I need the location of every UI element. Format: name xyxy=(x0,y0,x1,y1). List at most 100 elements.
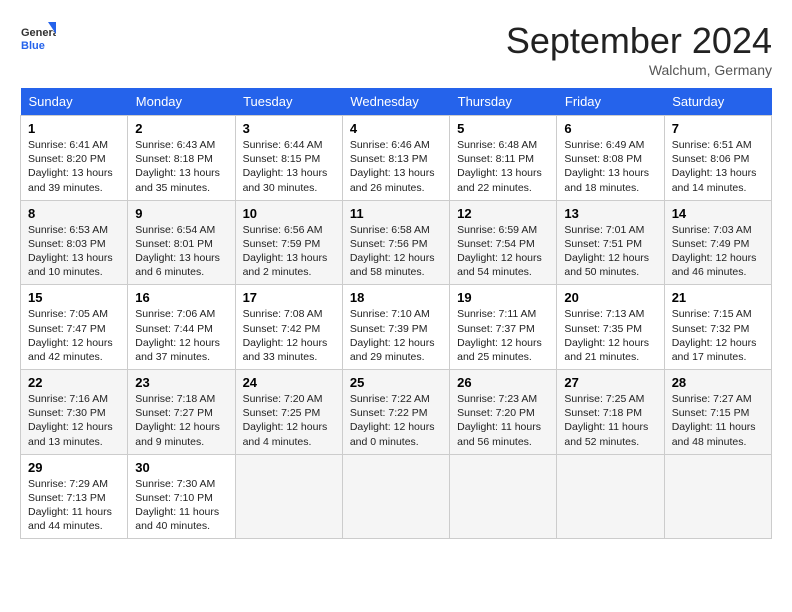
calendar-cell xyxy=(235,454,342,539)
day-info: Sunrise: 6:58 AMSunset: 7:56 PMDaylight:… xyxy=(350,223,442,280)
calendar-cell: 2Sunrise: 6:43 AMSunset: 8:18 PMDaylight… xyxy=(128,116,235,201)
calendar-cell xyxy=(450,454,557,539)
calendar-cell: 28Sunrise: 7:27 AMSunset: 7:15 PMDayligh… xyxy=(664,370,771,455)
day-number: 28 xyxy=(672,375,764,390)
calendar-cell: 6 Sunrise: 6:49 AMSunset: 8:08 PMDaylight… xyxy=(557,116,664,201)
calendar-cell: 1Sunrise: 6:41 AMSunset: 8:20 PMDaylight… xyxy=(21,116,128,201)
col-friday: Friday xyxy=(557,88,664,116)
day-number: 1 xyxy=(28,121,120,136)
calendar-cell: 5 Sunrise: 6:48 AMSunset: 8:11 PMDaylight… xyxy=(450,116,557,201)
day-number: 4 xyxy=(350,121,442,136)
day-number: 24 xyxy=(243,375,335,390)
calendar-cell xyxy=(557,454,664,539)
calendar-cell: 10 Sunrise: 6:56 AMSunset: 7:59 PMDayligh… xyxy=(235,200,342,285)
month-title: September 2024 xyxy=(506,20,772,62)
calendar-cell: 17 Sunrise: 7:08 AMSunset: 7:42 PMDayligh… xyxy=(235,285,342,370)
calendar-cell: 9 Sunrise: 6:54 AMSunset: 8:01 PMDaylight… xyxy=(128,200,235,285)
day-number: 20 xyxy=(564,290,656,305)
day-info: Sunrise: 7:18 AMSunset: 7:27 PMDaylight:… xyxy=(135,392,227,449)
calendar-week-1: 1Sunrise: 6:41 AMSunset: 8:20 PMDaylight… xyxy=(21,116,772,201)
col-sunday: Sunday xyxy=(21,88,128,116)
day-number: 22 xyxy=(28,375,120,390)
day-info: Sunrise: 7:13 AMSunset: 7:35 PMDaylight:… xyxy=(564,307,656,364)
day-number: 7 xyxy=(672,121,764,136)
calendar-cell xyxy=(342,454,449,539)
day-info: Sunrise: 7:05 AMSunset: 7:47 PMDaylight:… xyxy=(28,307,120,364)
calendar-cell: 8Sunrise: 6:53 AMSunset: 8:03 PMDaylight… xyxy=(21,200,128,285)
day-number: 5 xyxy=(457,121,549,136)
calendar-week-5: 29Sunrise: 7:29 AMSunset: 7:13 PMDayligh… xyxy=(21,454,772,539)
day-info: Sunrise: 6:43 AMSunset: 8:18 PMDaylight:… xyxy=(135,138,227,195)
calendar-cell: 15 Sunrise: 7:05 AMSunset: 7:47 PMDayligh… xyxy=(21,285,128,370)
svg-text:Blue: Blue xyxy=(21,40,45,52)
day-number: 25 xyxy=(350,375,442,390)
day-number: 27 xyxy=(564,375,656,390)
day-number: 10 xyxy=(243,206,335,221)
day-info: Sunrise: 6:59 AMSunset: 7:54 PMDaylight:… xyxy=(457,223,549,280)
day-number: 11 xyxy=(350,206,442,221)
day-number: 17 xyxy=(243,290,335,305)
day-number: 9 xyxy=(135,206,227,221)
day-number: 6 xyxy=(564,121,656,136)
day-number: 15 xyxy=(28,290,120,305)
calendar-cell: 18Sunrise: 7:10 AMSunset: 7:39 PMDayligh… xyxy=(342,285,449,370)
svg-text:General: General xyxy=(21,27,56,39)
calendar-cell: 22Sunrise: 7:16 AMSunset: 7:30 PMDayligh… xyxy=(21,370,128,455)
col-thursday: Thursday xyxy=(450,88,557,116)
day-number: 13 xyxy=(564,206,656,221)
col-tuesday: Tuesday xyxy=(235,88,342,116)
day-info: Sunrise: 7:03 AMSunset: 7:49 PMDaylight:… xyxy=(672,223,764,280)
col-wednesday: Wednesday xyxy=(342,88,449,116)
calendar-cell: 29Sunrise: 7:29 AMSunset: 7:13 PMDayligh… xyxy=(21,454,128,539)
day-info: Sunrise: 6:48 AMSunset: 8:11 PMDaylight:… xyxy=(457,138,549,195)
day-info: Sunrise: 7:06 AMSunset: 7:44 PMDaylight:… xyxy=(135,307,227,364)
header-row: Sunday Monday Tuesday Wednesday Thursday… xyxy=(21,88,772,116)
calendar-cell: 26 Sunrise: 7:23 AMSunset: 7:20 PMDayligh… xyxy=(450,370,557,455)
day-info: Sunrise: 6:49 AMSunset: 8:08 PMDaylight:… xyxy=(564,138,656,195)
day-info: Sunrise: 7:15 AMSunset: 7:32 PMDaylight:… xyxy=(672,307,764,364)
calendar-week-2: 8Sunrise: 6:53 AMSunset: 8:03 PMDaylight… xyxy=(21,200,772,285)
day-number: 19 xyxy=(457,290,549,305)
calendar-cell: 4 Sunrise: 6:46 AMSunset: 8:13 PMDaylight… xyxy=(342,116,449,201)
day-info: Sunrise: 6:46 AMSunset: 8:13 PMDaylight:… xyxy=(350,138,442,195)
logo-svg: General Blue xyxy=(20,20,56,56)
day-info: Sunrise: 7:20 AMSunset: 7:25 PMDaylight:… xyxy=(243,392,335,449)
calendar-cell: 16 Sunrise: 7:06 AMSunset: 7:44 PMDayligh… xyxy=(128,285,235,370)
day-info: Sunrise: 7:08 AMSunset: 7:42 PMDaylight:… xyxy=(243,307,335,364)
calendar-cell: 21Sunrise: 7:15 AMSunset: 7:32 PMDayligh… xyxy=(664,285,771,370)
calendar-cell: 20 Sunrise: 7:13 AMSunset: 7:35 PMDayligh… xyxy=(557,285,664,370)
day-info: Sunrise: 7:25 AMSunset: 7:18 PMDaylight:… xyxy=(564,392,656,449)
calendar-week-4: 22Sunrise: 7:16 AMSunset: 7:30 PMDayligh… xyxy=(21,370,772,455)
day-info: Sunrise: 7:01 AMSunset: 7:51 PMDaylight:… xyxy=(564,223,656,280)
calendar-cell: 19 Sunrise: 7:11 AMSunset: 7:37 PMDayligh… xyxy=(450,285,557,370)
calendar-week-3: 15 Sunrise: 7:05 AMSunset: 7:47 PMDayligh… xyxy=(21,285,772,370)
day-number: 14 xyxy=(672,206,764,221)
calendar-cell: 14 Sunrise: 7:03 AMSunset: 7:49 PMDayligh… xyxy=(664,200,771,285)
location: Walchum, Germany xyxy=(506,62,772,78)
day-info: Sunrise: 7:22 AMSunset: 7:22 PMDaylight:… xyxy=(350,392,442,449)
day-number: 8 xyxy=(28,206,120,221)
calendar-cell: 25 Sunrise: 7:22 AMSunset: 7:22 PMDayligh… xyxy=(342,370,449,455)
day-info: Sunrise: 7:11 AMSunset: 7:37 PMDaylight:… xyxy=(457,307,549,364)
day-info: Sunrise: 7:23 AMSunset: 7:20 PMDaylight:… xyxy=(457,392,549,449)
day-number: 12 xyxy=(457,206,549,221)
col-monday: Monday xyxy=(128,88,235,116)
calendar-cell: 27 Sunrise: 7:25 AMSunset: 7:18 PMDayligh… xyxy=(557,370,664,455)
day-number: 3 xyxy=(243,121,335,136)
calendar-cell xyxy=(664,454,771,539)
logo: General Blue xyxy=(20,20,56,56)
day-number: 30 xyxy=(135,460,227,475)
calendar-cell: 3 Sunrise: 6:44 AMSunset: 8:15 PMDaylight… xyxy=(235,116,342,201)
day-number: 16 xyxy=(135,290,227,305)
day-number: 26 xyxy=(457,375,549,390)
day-info: Sunrise: 7:30 AMSunset: 7:10 PMDaylight:… xyxy=(135,477,227,534)
day-info: Sunrise: 6:54 AMSunset: 8:01 PMDaylight:… xyxy=(135,223,227,280)
day-info: Sunrise: 6:56 AMSunset: 7:59 PMDaylight:… xyxy=(243,223,335,280)
page-header: General Blue September 2024 Walchum, Ger… xyxy=(20,20,772,78)
calendar-cell: 7Sunrise: 6:51 AMSunset: 8:06 PMDaylight… xyxy=(664,116,771,201)
day-info: Sunrise: 6:44 AMSunset: 8:15 PMDaylight:… xyxy=(243,138,335,195)
title-block: September 2024 Walchum, Germany xyxy=(506,20,772,78)
col-saturday: Saturday xyxy=(664,88,771,116)
day-info: Sunrise: 7:29 AMSunset: 7:13 PMDaylight:… xyxy=(28,477,120,534)
calendar-cell: 24 Sunrise: 7:20 AMSunset: 7:25 PMDayligh… xyxy=(235,370,342,455)
